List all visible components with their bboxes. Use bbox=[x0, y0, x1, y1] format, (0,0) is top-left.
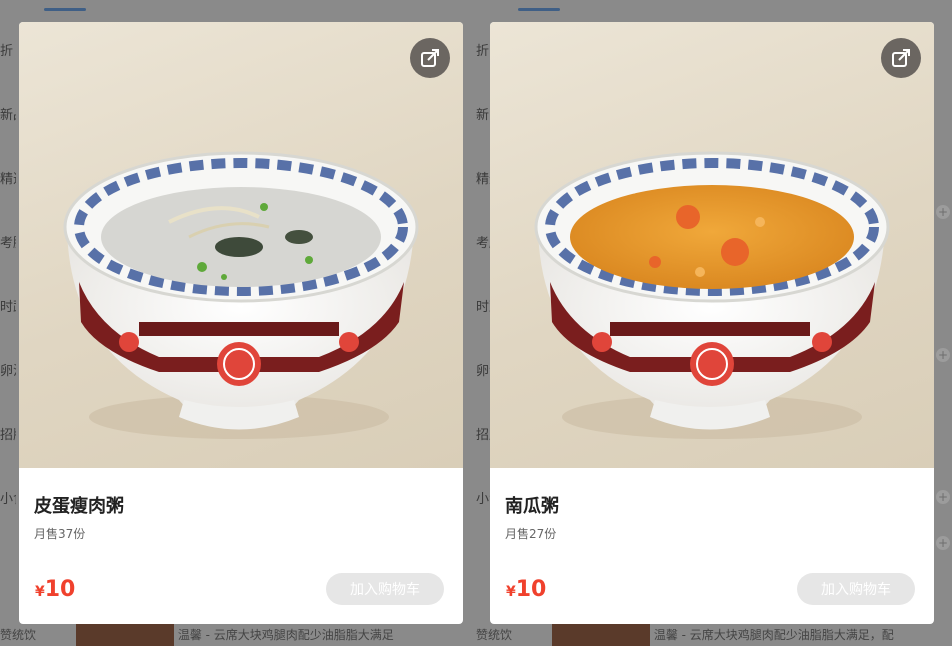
tab-indicator bbox=[44, 8, 86, 11]
add-icon: + bbox=[936, 205, 950, 219]
add-icon: + bbox=[936, 536, 950, 550]
add-to-cart-button[interactable]: 加入购物车 bbox=[326, 573, 444, 605]
add-icon: + bbox=[936, 490, 950, 504]
product-photo bbox=[490, 22, 934, 468]
background-item-desc: 温馨 - 云席大块鸡腿肉配少油脂脂大满足 bbox=[177, 628, 394, 642]
share-button[interactable] bbox=[410, 38, 450, 78]
product-detail-card: 皮蛋瘦肉粥 月售37份 ¥10 加入购物车 bbox=[19, 22, 463, 624]
tab-indicator bbox=[518, 8, 560, 11]
category-item: 小食 bbox=[0, 492, 16, 507]
add-to-cart-button[interactable]: 加入购物车 bbox=[797, 573, 915, 605]
product-price: ¥10 bbox=[506, 577, 546, 602]
product-price: ¥10 bbox=[35, 577, 75, 602]
currency-symbol: ¥ bbox=[35, 584, 45, 600]
product-info: 皮蛋瘦肉粥 月售37份 ¥10 加入购物车 bbox=[19, 468, 463, 624]
add-icon: + bbox=[936, 348, 950, 362]
monthly-sales: 月售27份 bbox=[505, 527, 557, 541]
product-photo bbox=[19, 22, 463, 468]
product-detail-card: 南瓜粥 月售27份 ¥10 加入购物车 bbox=[490, 22, 934, 624]
product-info: 南瓜粥 月售27份 ¥10 加入购物车 bbox=[490, 468, 934, 624]
product-name: 皮蛋瘦肉粥 bbox=[34, 496, 124, 517]
price-value: 10 bbox=[515, 577, 547, 602]
share-button[interactable] bbox=[881, 38, 921, 78]
background-list-row: 赞统饮 温馨 - 云席大块鸡腿肉配少油脂脂大满足，配 bbox=[476, 624, 952, 646]
congee-bowl-image bbox=[534, 151, 890, 439]
background-item-title: 赞统饮 bbox=[476, 628, 513, 642]
background-item-desc: 温馨 - 云席大块鸡腿肉配少油脂脂大满足，配 bbox=[653, 628, 894, 642]
congee-bowl-image bbox=[63, 151, 419, 439]
background-thumbnail bbox=[76, 624, 175, 646]
share-icon bbox=[892, 49, 910, 67]
share-icon bbox=[421, 49, 439, 67]
category-item: 招牌 bbox=[0, 428, 16, 443]
price-value: 10 bbox=[44, 577, 76, 602]
category-item: 时蔬 bbox=[0, 300, 16, 315]
currency-symbol: ¥ bbox=[506, 584, 516, 600]
category-sidebar: 折 新品 精选 考脑 时蔬 卵汁 招牌 小食 bbox=[0, 20, 16, 532]
background-item-title: 赞统饮 bbox=[0, 628, 37, 642]
category-item: 精选 bbox=[0, 172, 16, 187]
category-item: 卵汁 bbox=[0, 364, 16, 379]
monthly-sales: 月售37份 bbox=[34, 527, 86, 541]
category-item: 新品 bbox=[0, 108, 16, 123]
category-item: 考脑 bbox=[0, 236, 16, 251]
category-item: 折 bbox=[0, 44, 14, 59]
background-list-row: 赞统饮 温馨 - 云席大块鸡腿肉配少油脂脂大满足 bbox=[0, 624, 476, 646]
background-thumbnail bbox=[552, 624, 651, 646]
product-name: 南瓜粥 bbox=[505, 496, 559, 517]
